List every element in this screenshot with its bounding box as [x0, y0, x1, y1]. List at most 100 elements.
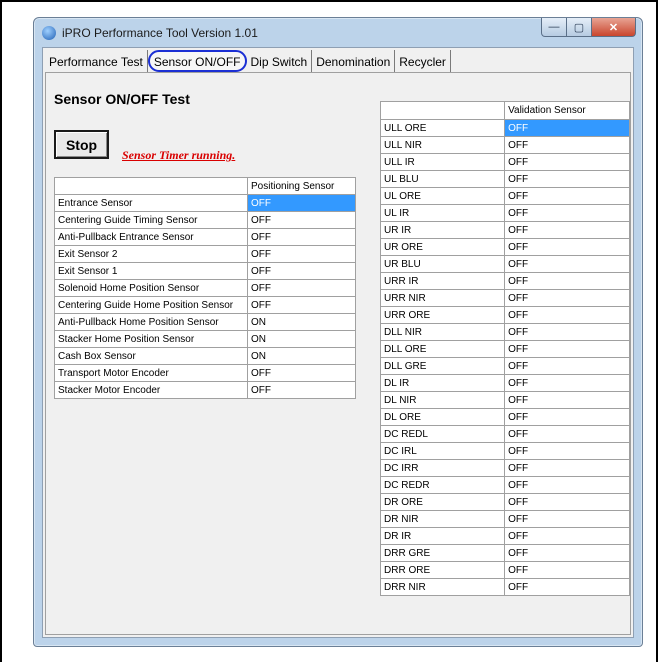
sensor-value-cell[interactable]: OFF — [247, 245, 356, 263]
sensor-name-cell[interactable]: Transport Motor Encoder — [54, 364, 248, 382]
table-row[interactable]: DRR GRE OFF — [379, 544, 630, 562]
sensor-name-cell[interactable]: UL BLU — [379, 170, 506, 188]
table-row[interactable]: DRR ORE OFF — [379, 561, 630, 579]
table-row[interactable]: UR IR OFF — [379, 221, 630, 239]
sensor-name-cell[interactable]: UR BLU — [379, 255, 506, 273]
table-row[interactable]: UL BLU OFF — [379, 170, 630, 188]
close-button[interactable]: ✕ — [592, 18, 636, 37]
sensor-value-cell[interactable]: OFF — [504, 187, 630, 205]
title-bar[interactable]: iPRO Performance Tool Version 1.01 — ▢ ✕ — [34, 18, 642, 46]
sensor-value-cell[interactable]: OFF — [247, 194, 356, 212]
table-row[interactable]: Stacker Motor Encoder OFF — [54, 381, 356, 399]
table-row[interactable]: DLL NIR OFF — [379, 323, 630, 341]
sensor-value-cell[interactable]: OFF — [504, 153, 630, 171]
sensor-name-cell[interactable]: DL ORE — [379, 408, 506, 426]
sensor-value-cell[interactable]: OFF — [504, 221, 630, 239]
sensor-name-cell[interactable]: DLL NIR — [379, 323, 506, 341]
table-row[interactable]: DR IR OFF — [379, 527, 630, 545]
sensor-value-cell[interactable]: OFF — [247, 364, 356, 382]
table-row[interactable]: Exit Sensor 2 OFF — [54, 245, 356, 263]
sensor-value-cell[interactable]: OFF — [247, 262, 356, 280]
table-row[interactable]: DLL GRE OFF — [379, 357, 630, 375]
table-row[interactable]: DR NIR OFF — [379, 510, 630, 528]
sensor-value-cell[interactable]: OFF — [504, 374, 630, 392]
sensor-value-cell[interactable]: OFF — [504, 408, 630, 426]
sensor-name-cell[interactable]: Anti-Pullback Entrance Sensor — [54, 228, 248, 246]
sensor-value-cell[interactable]: OFF — [504, 442, 630, 460]
sensor-name-cell[interactable]: DR IR — [379, 527, 506, 545]
sensor-name-cell[interactable]: Cash Box Sensor — [54, 347, 248, 365]
sensor-name-cell[interactable]: DRR GRE — [379, 544, 506, 562]
sensor-name-cell[interactable]: DR NIR — [379, 510, 506, 528]
sensor-value-cell[interactable]: OFF — [504, 340, 630, 358]
sensor-value-cell[interactable]: OFF — [504, 272, 630, 290]
sensor-name-cell[interactable]: DRR ORE — [379, 561, 506, 579]
sensor-value-cell[interactable]: OFF — [504, 119, 630, 137]
sensor-value-cell[interactable]: OFF — [504, 544, 630, 562]
minimize-button[interactable]: — — [541, 18, 567, 37]
table-row[interactable]: DLL ORE OFF — [379, 340, 630, 358]
sensor-value-cell[interactable]: OFF — [504, 357, 630, 375]
sensor-name-cell[interactable]: Centering Guide Timing Sensor — [54, 211, 248, 229]
table-row[interactable]: Anti-Pullback Home Position Sensor ON — [54, 313, 356, 331]
stop-button[interactable]: Stop — [54, 130, 109, 159]
table-row[interactable]: UR BLU OFF — [379, 255, 630, 273]
sensor-value-cell[interactable]: OFF — [504, 527, 630, 545]
sensor-name-cell[interactable]: Stacker Home Position Sensor — [54, 330, 248, 348]
table-row[interactable]: ULL NIR OFF — [379, 136, 630, 154]
maximize-button[interactable]: ▢ — [567, 18, 592, 37]
sensor-value-cell[interactable]: OFF — [504, 170, 630, 188]
sensor-value-cell[interactable]: ON — [247, 347, 356, 365]
sensor-name-cell[interactable]: DRR NIR — [379, 578, 506, 596]
sensor-name-cell[interactable]: DR ORE — [379, 493, 506, 511]
sensor-name-cell[interactable]: URR NIR — [379, 289, 506, 307]
table-row[interactable]: ULL IR OFF — [379, 153, 630, 171]
sensor-name-cell[interactable]: Centering Guide Home Position Sensor — [54, 296, 248, 314]
sensor-name-cell[interactable]: URR ORE — [379, 306, 506, 324]
table-row[interactable]: Entrance Sensor OFF — [54, 194, 356, 212]
sensor-name-cell[interactable]: DLL GRE — [379, 357, 506, 375]
sensor-value-cell[interactable]: OFF — [504, 510, 630, 528]
sensor-value-cell[interactable]: OFF — [504, 306, 630, 324]
sensor-value-cell[interactable]: OFF — [247, 296, 356, 314]
sensor-value-cell[interactable]: OFF — [504, 238, 630, 256]
table-row[interactable]: DR ORE OFF — [379, 493, 630, 511]
table-row[interactable]: DL ORE OFF — [379, 408, 630, 426]
table-row[interactable]: DL NIR OFF — [379, 391, 630, 409]
tab-performance-test[interactable]: Performance Test — [45, 50, 148, 72]
sensor-name-cell[interactable]: ULL NIR — [379, 136, 506, 154]
sensor-name-cell[interactable]: UL ORE — [379, 187, 506, 205]
table-row[interactable]: DC REDL OFF — [379, 425, 630, 443]
sensor-name-cell[interactable]: DLL ORE — [379, 340, 506, 358]
sensor-name-cell[interactable]: ULL ORE — [379, 119, 506, 137]
table-row[interactable]: Transport Motor Encoder OFF — [54, 364, 356, 382]
sensor-value-cell[interactable]: OFF — [504, 459, 630, 477]
sensor-value-cell[interactable]: OFF — [247, 211, 356, 229]
table-row[interactable]: DC REDR OFF — [379, 476, 630, 494]
sensor-value-cell[interactable]: OFF — [504, 493, 630, 511]
sensor-value-cell[interactable]: ON — [247, 330, 356, 348]
sensor-name-cell[interactable]: Entrance Sensor — [54, 194, 248, 212]
sensor-name-cell[interactable]: UR IR — [379, 221, 506, 239]
table-row[interactable]: DC IRL OFF — [379, 442, 630, 460]
table-row[interactable]: ULL ORE OFF — [379, 119, 630, 137]
sensor-value-cell[interactable]: OFF — [504, 323, 630, 341]
table-row[interactable]: DRR NIR OFF — [379, 578, 630, 596]
table-row[interactable]: Cash Box Sensor ON — [54, 347, 356, 365]
sensor-name-cell[interactable]: DC IRL — [379, 442, 506, 460]
sensor-name-cell[interactable]: Solenoid Home Position Sensor — [54, 279, 248, 297]
sensor-name-cell[interactable]: DC REDR — [379, 476, 506, 494]
sensor-name-cell[interactable]: URR IR — [379, 272, 506, 290]
table-row[interactable]: UR ORE OFF — [379, 238, 630, 256]
sensor-name-cell[interactable]: UL IR — [379, 204, 506, 222]
sensor-name-cell[interactable]: ULL IR — [379, 153, 506, 171]
sensor-value-cell[interactable]: ON — [247, 313, 356, 331]
table-row[interactable]: UL ORE OFF — [379, 187, 630, 205]
tab-sensor-on-off[interactable]: Sensor ON/OFF — [147, 50, 247, 72]
sensor-value-cell[interactable]: OFF — [504, 578, 630, 596]
sensor-value-cell[interactable]: OFF — [504, 561, 630, 579]
sensor-value-cell[interactable]: OFF — [504, 136, 630, 154]
table-row[interactable]: URR ORE OFF — [379, 306, 630, 324]
sensor-value-cell[interactable]: OFF — [247, 279, 356, 297]
sensor-name-cell[interactable]: Exit Sensor 2 — [54, 245, 248, 263]
